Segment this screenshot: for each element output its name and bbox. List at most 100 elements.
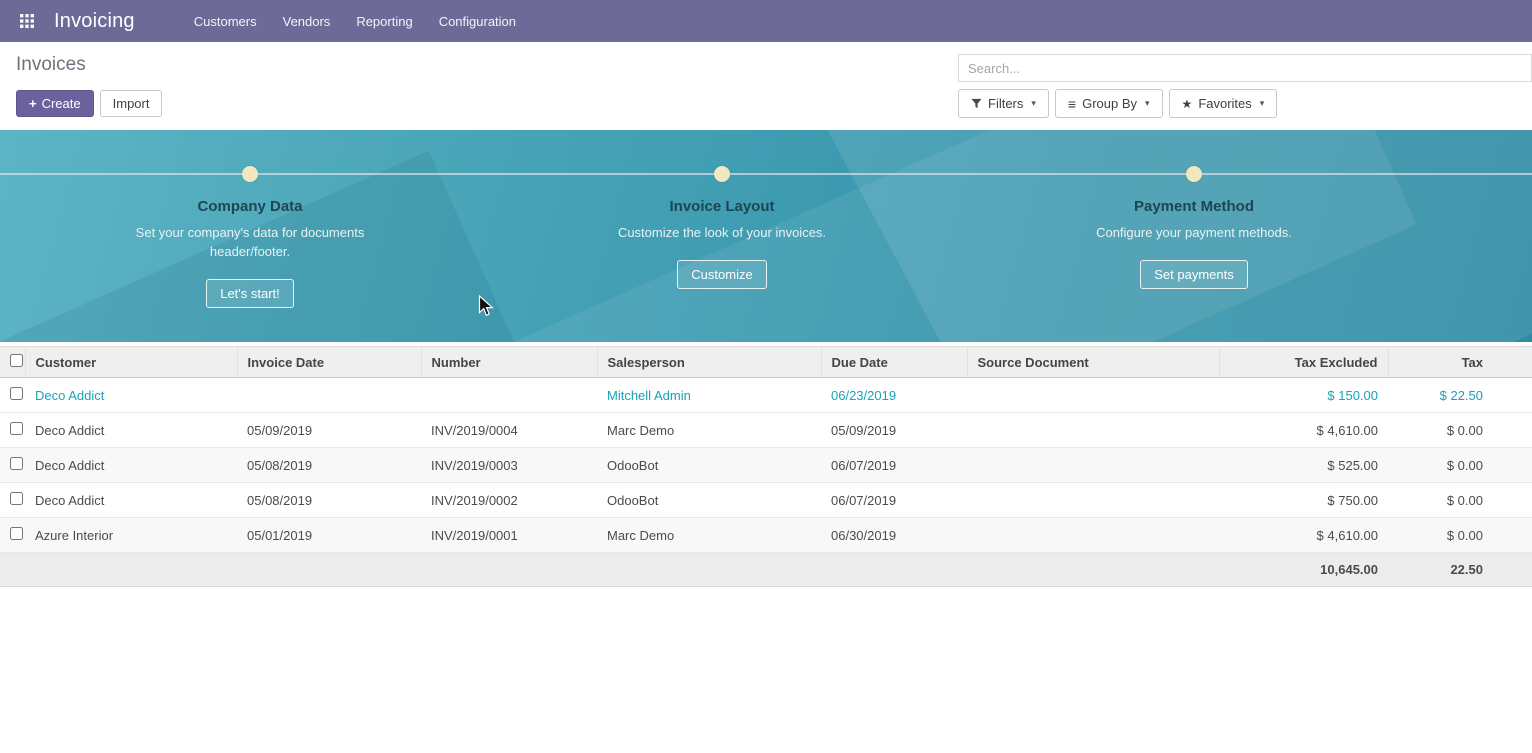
row-checkbox[interactable] xyxy=(10,457,23,470)
cell-tax-excluded[interactable]: $ 4,610.00 xyxy=(1219,518,1388,553)
step-description: Set your company's data for documents he… xyxy=(134,224,366,262)
table-row[interactable]: Deco Addict 05/09/2019 INV/2019/0004 Mar… xyxy=(0,413,1532,448)
col-header-tax[interactable]: Tax xyxy=(1388,347,1532,378)
search-input[interactable] xyxy=(958,54,1532,82)
total-tax-excluded: 10,645.00 xyxy=(1219,553,1388,587)
create-button[interactable]: + Create xyxy=(16,90,94,117)
table-row[interactable]: Deco Addict Mitchell Admin 06/23/2019 $ … xyxy=(0,378,1532,413)
cell-customer[interactable]: Azure Interior xyxy=(25,518,237,553)
filters-button[interactable]: Filters ▾ xyxy=(958,89,1049,118)
create-button-label: Create xyxy=(42,96,81,111)
row-checkbox[interactable] xyxy=(10,387,23,400)
cell-customer[interactable]: Deco Addict xyxy=(25,413,237,448)
cell-invoice-date[interactable]: 05/08/2019 xyxy=(237,448,421,483)
col-header-customer[interactable]: Customer xyxy=(25,347,237,378)
cell-due-date[interactable]: 06/07/2019 xyxy=(821,483,967,518)
onboarding-step-invoice-layout: Invoice Layout Customize the look of you… xyxy=(572,166,872,289)
import-button[interactable]: Import xyxy=(100,90,163,117)
cell-invoice-date[interactable]: 05/09/2019 xyxy=(237,413,421,448)
select-all-cell xyxy=(0,347,25,378)
cell-number[interactable]: INV/2019/0001 xyxy=(421,518,597,553)
table-row[interactable]: Deco Addict 05/08/2019 INV/2019/0002 Odo… xyxy=(0,483,1532,518)
cell-salesperson[interactable]: Marc Demo xyxy=(597,518,821,553)
total-tax: 22.50 xyxy=(1388,553,1532,587)
favorites-button[interactable]: ★ Favorites ▾ xyxy=(1169,89,1278,118)
step-title: Company Data xyxy=(100,198,400,215)
onboarding-step-payment-method: Payment Method Configure your payment me… xyxy=(1044,166,1344,289)
step-title: Invoice Layout xyxy=(572,198,872,215)
table-row[interactable]: Deco Addict 05/08/2019 INV/2019/0003 Odo… xyxy=(0,448,1532,483)
step-dot-icon xyxy=(714,166,730,182)
col-header-invoice-date[interactable]: Invoice Date xyxy=(237,347,421,378)
app-title: Invoicing xyxy=(54,10,135,33)
control-panel: Invoices + Create Import Filters ▾ ≡ Grou… xyxy=(0,42,1532,130)
cell-number[interactable]: INV/2019/0003 xyxy=(421,448,597,483)
cell-invoice-date[interactable] xyxy=(237,378,421,413)
apps-grid-icon[interactable] xyxy=(14,8,40,34)
cell-tax[interactable]: $ 0.00 xyxy=(1388,518,1532,553)
cell-salesperson[interactable]: Mitchell Admin xyxy=(597,378,821,413)
row-checkbox[interactable] xyxy=(10,492,23,505)
top-navbar: Invoicing Customers Vendors Reporting Co… xyxy=(0,0,1532,42)
apps-grid-glyph xyxy=(20,14,34,28)
menu-customers[interactable]: Customers xyxy=(183,2,268,41)
cell-tax[interactable]: $ 0.00 xyxy=(1388,483,1532,518)
menu-reporting[interactable]: Reporting xyxy=(345,2,423,41)
cell-tax-excluded[interactable]: $ 4,610.00 xyxy=(1219,413,1388,448)
cell-due-date[interactable]: 06/30/2019 xyxy=(821,518,967,553)
cell-source-document[interactable] xyxy=(967,518,1219,553)
cell-due-date[interactable]: 06/23/2019 xyxy=(821,378,967,413)
step-description: Customize the look of your invoices. xyxy=(606,224,838,243)
cell-due-date[interactable]: 06/07/2019 xyxy=(821,448,967,483)
customize-button[interactable]: Customize xyxy=(677,260,766,289)
invoice-list: Customer Invoice Date Number Salesperson… xyxy=(0,346,1532,587)
cell-salesperson[interactable]: Marc Demo xyxy=(597,413,821,448)
cell-due-date[interactable]: 05/09/2019 xyxy=(821,413,967,448)
col-header-source-document[interactable]: Source Document xyxy=(967,347,1219,378)
cell-invoice-date[interactable]: 05/08/2019 xyxy=(237,483,421,518)
step-description: Configure your payment methods. xyxy=(1078,224,1310,243)
filter-funnel-icon xyxy=(971,98,982,109)
cell-source-document[interactable] xyxy=(967,448,1219,483)
cell-tax-excluded[interactable]: $ 150.00 xyxy=(1219,378,1388,413)
main-menu: Customers Vendors Reporting Configuratio… xyxy=(183,2,527,41)
cell-number[interactable]: INV/2019/0002 xyxy=(421,483,597,518)
cell-source-document[interactable] xyxy=(967,378,1219,413)
step-title: Payment Method xyxy=(1044,198,1344,215)
cell-salesperson[interactable]: OdooBot xyxy=(597,448,821,483)
col-header-tax-excluded[interactable]: Tax Excluded xyxy=(1219,347,1388,378)
step-dot-icon xyxy=(242,166,258,182)
step-dot-icon xyxy=(1186,166,1202,182)
cell-source-document[interactable] xyxy=(967,413,1219,448)
cell-tax[interactable]: $ 22.50 xyxy=(1388,378,1532,413)
cell-tax-excluded[interactable]: $ 525.00 xyxy=(1219,448,1388,483)
group-by-icon: ≡ xyxy=(1068,97,1076,111)
caret-down-icon: ▾ xyxy=(1031,98,1036,109)
col-header-due-date[interactable]: Due Date xyxy=(821,347,967,378)
cell-customer[interactable]: Deco Addict xyxy=(25,448,237,483)
row-checkbox[interactable] xyxy=(10,422,23,435)
col-header-salesperson[interactable]: Salesperson xyxy=(597,347,821,378)
lets-start-button[interactable]: Let's start! xyxy=(206,279,294,308)
select-all-checkbox[interactable] xyxy=(10,354,23,367)
cell-customer[interactable]: Deco Addict xyxy=(25,378,237,413)
menu-configuration[interactable]: Configuration xyxy=(428,2,527,41)
table-row[interactable]: Azure Interior 05/01/2019 INV/2019/0001 … xyxy=(0,518,1532,553)
cell-number[interactable] xyxy=(421,378,597,413)
group-by-button[interactable]: ≡ Group By ▾ xyxy=(1055,89,1163,118)
cell-customer[interactable]: Deco Addict xyxy=(25,483,237,518)
cell-salesperson[interactable]: OdooBot xyxy=(597,483,821,518)
page-title: Invoices xyxy=(16,54,162,76)
set-payments-button[interactable]: Set payments xyxy=(1140,260,1248,289)
cell-tax-excluded[interactable]: $ 750.00 xyxy=(1219,483,1388,518)
customer-link[interactable]: Deco Addict xyxy=(35,388,104,403)
cell-invoice-date[interactable]: 05/01/2019 xyxy=(237,518,421,553)
cell-tax[interactable]: $ 0.00 xyxy=(1388,448,1532,483)
col-header-number[interactable]: Number xyxy=(421,347,597,378)
cell-tax[interactable]: $ 0.00 xyxy=(1388,413,1532,448)
plus-icon: + xyxy=(29,96,37,111)
cell-number[interactable]: INV/2019/0004 xyxy=(421,413,597,448)
menu-vendors[interactable]: Vendors xyxy=(272,2,342,41)
cell-source-document[interactable] xyxy=(967,483,1219,518)
row-checkbox[interactable] xyxy=(10,527,23,540)
